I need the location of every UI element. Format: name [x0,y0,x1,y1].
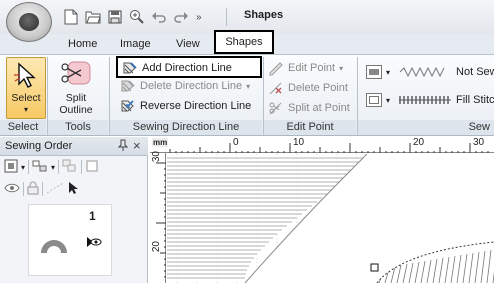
sewing-order-item[interactable]: 1 [28,204,112,276]
tab-home[interactable]: Home [62,36,103,54]
line-color-dropdown-icon: ▾ [386,67,391,77]
edit-point-label: Edit Point [288,62,336,74]
quick-access-more-button[interactable]: » [196,12,202,23]
zigzag-stitch-icon [399,66,445,78]
split-label-1: Split [65,92,87,104]
tab-shapes[interactable]: Shapes [214,30,274,54]
lock-icon[interactable] [27,181,39,198]
toolbar-divider [23,182,24,196]
ruler-label-0: 0 [233,137,239,148]
vertical-ruler-ticks [156,162,166,278]
tab-view[interactable]: View [170,36,206,54]
delete-direction-label: Delete Direction Line [140,80,243,92]
select-dropdown-icon: ▾ [23,105,28,114]
group-sewing-direction-label: Sewing Direction Line [110,120,262,135]
delete-direction-line-button[interactable]: Delete Direction Line ▾ [120,77,250,95]
move-order-icon[interactable] [32,159,48,176]
move-order-dropdown-icon[interactable]: ▾ [51,163,55,172]
redo-icon[interactable] [172,8,190,26]
reverse-direction-icon [121,100,134,112]
line-sew-label: Not Sew [456,66,494,78]
zoom-icon[interactable] [128,8,146,26]
delete-point-icon [269,82,282,95]
panel-toolbar-top: ▾ ▾ [4,157,99,177]
delete-point-button[interactable]: Delete Point [268,79,348,97]
edit-point-button[interactable]: Edit Point ▾ [268,59,343,77]
sewing-order-header: Sewing Order × [0,137,148,156]
visibility-icon[interactable] [4,182,20,197]
ruler-label-10: 10 [293,137,305,148]
ruler-label-v20: 20 [151,241,162,253]
embroidery-shape [167,154,494,283]
ruler-label-30: 30 [473,137,485,148]
cursor-icon[interactable] [67,181,79,198]
fill-sew-selector[interactable]: ▾ Fill Stitch [366,91,494,109]
reverse-direction-label: Reverse Direction Line [140,100,252,112]
vertical-ruler: 30 20 [150,151,166,283]
fill-color-swatch-icon [366,93,382,107]
view-mode-dropdown-icon[interactable]: ▾ [21,163,25,172]
split-point-icon [269,102,282,115]
item-number: 1 [89,209,96,223]
toolbar-divider [42,182,43,196]
add-direction-line-button[interactable]: Add Direction Line [116,56,262,78]
stitch-icon[interactable] [46,182,64,197]
split-outline-button[interactable]: Split Outline [52,57,100,119]
split-point-label: Split at Point [288,102,350,114]
pin-icon[interactable] [117,139,129,154]
line-color-swatch-icon [366,65,382,79]
horizontal-ruler: mm 0 10 20 30 [150,137,494,153]
design-canvas[interactable] [167,154,494,283]
quick-access-toolbar: » [62,6,202,28]
reverse-direction-line-button[interactable]: Reverse Direction Line [120,97,251,115]
undo-icon[interactable] [150,8,168,26]
frame-icon[interactable] [85,159,99,176]
select-label: Select [11,92,41,104]
view-mode-icon[interactable] [4,159,18,176]
toolbar-divider [58,160,60,174]
ruler-label-v30: 30 [151,151,162,163]
select-arrow-icon [14,62,36,88]
shape-thumbnail-icon [41,240,67,253]
toolbar-divider [28,160,30,174]
group-sew-label: Sew [358,120,494,135]
tab-image[interactable]: Image [114,36,157,54]
fill-stitch-label: Fill Stitch [456,94,494,106]
add-direction-icon [123,62,137,74]
app-logo-icon [19,13,39,31]
control-point-handle [370,263,379,272]
new-file-icon[interactable] [62,8,80,26]
split-at-point-button[interactable]: Split at Point [268,99,350,117]
application-menu-button[interactable] [6,2,52,42]
split-label-2: Outline [59,104,93,116]
edit-point-dropdown-icon: ▾ [339,63,344,73]
window-title: Shapes [244,9,284,21]
save-icon[interactable] [106,8,124,26]
line-sew-selector[interactable]: ▾ Not Sew [366,63,494,81]
close-icon[interactable]: × [133,138,141,153]
add-direction-label: Add Direction Line [142,62,232,74]
fill-stitch-icon [399,96,452,104]
open-folder-icon[interactable] [84,8,102,26]
toolbar-divider [81,160,83,174]
fill-color-dropdown-icon: ▾ [386,95,391,105]
scissors-icon [61,61,91,85]
delete-point-label: Delete Point [288,82,348,94]
select-button[interactable]: Select ▾ [6,57,46,119]
horizontal-ruler-ticks [169,143,489,153]
delete-direction-dropdown-icon: ▾ [246,81,251,91]
group-select-label: Select [0,120,46,135]
delete-direction-icon [121,80,135,92]
group-edit-point-label: Edit Point [264,120,356,135]
panel-title: Sewing Order [5,140,73,152]
edit-point-icon [269,62,283,76]
sewing-direction-indicator-icon [87,237,102,247]
group-objects-icon[interactable] [62,159,78,176]
ruler-label-20: 20 [413,137,425,148]
group-tools-label: Tools [48,120,108,135]
panel-toolbar-bottom [4,179,79,199]
title-separator [226,8,227,26]
